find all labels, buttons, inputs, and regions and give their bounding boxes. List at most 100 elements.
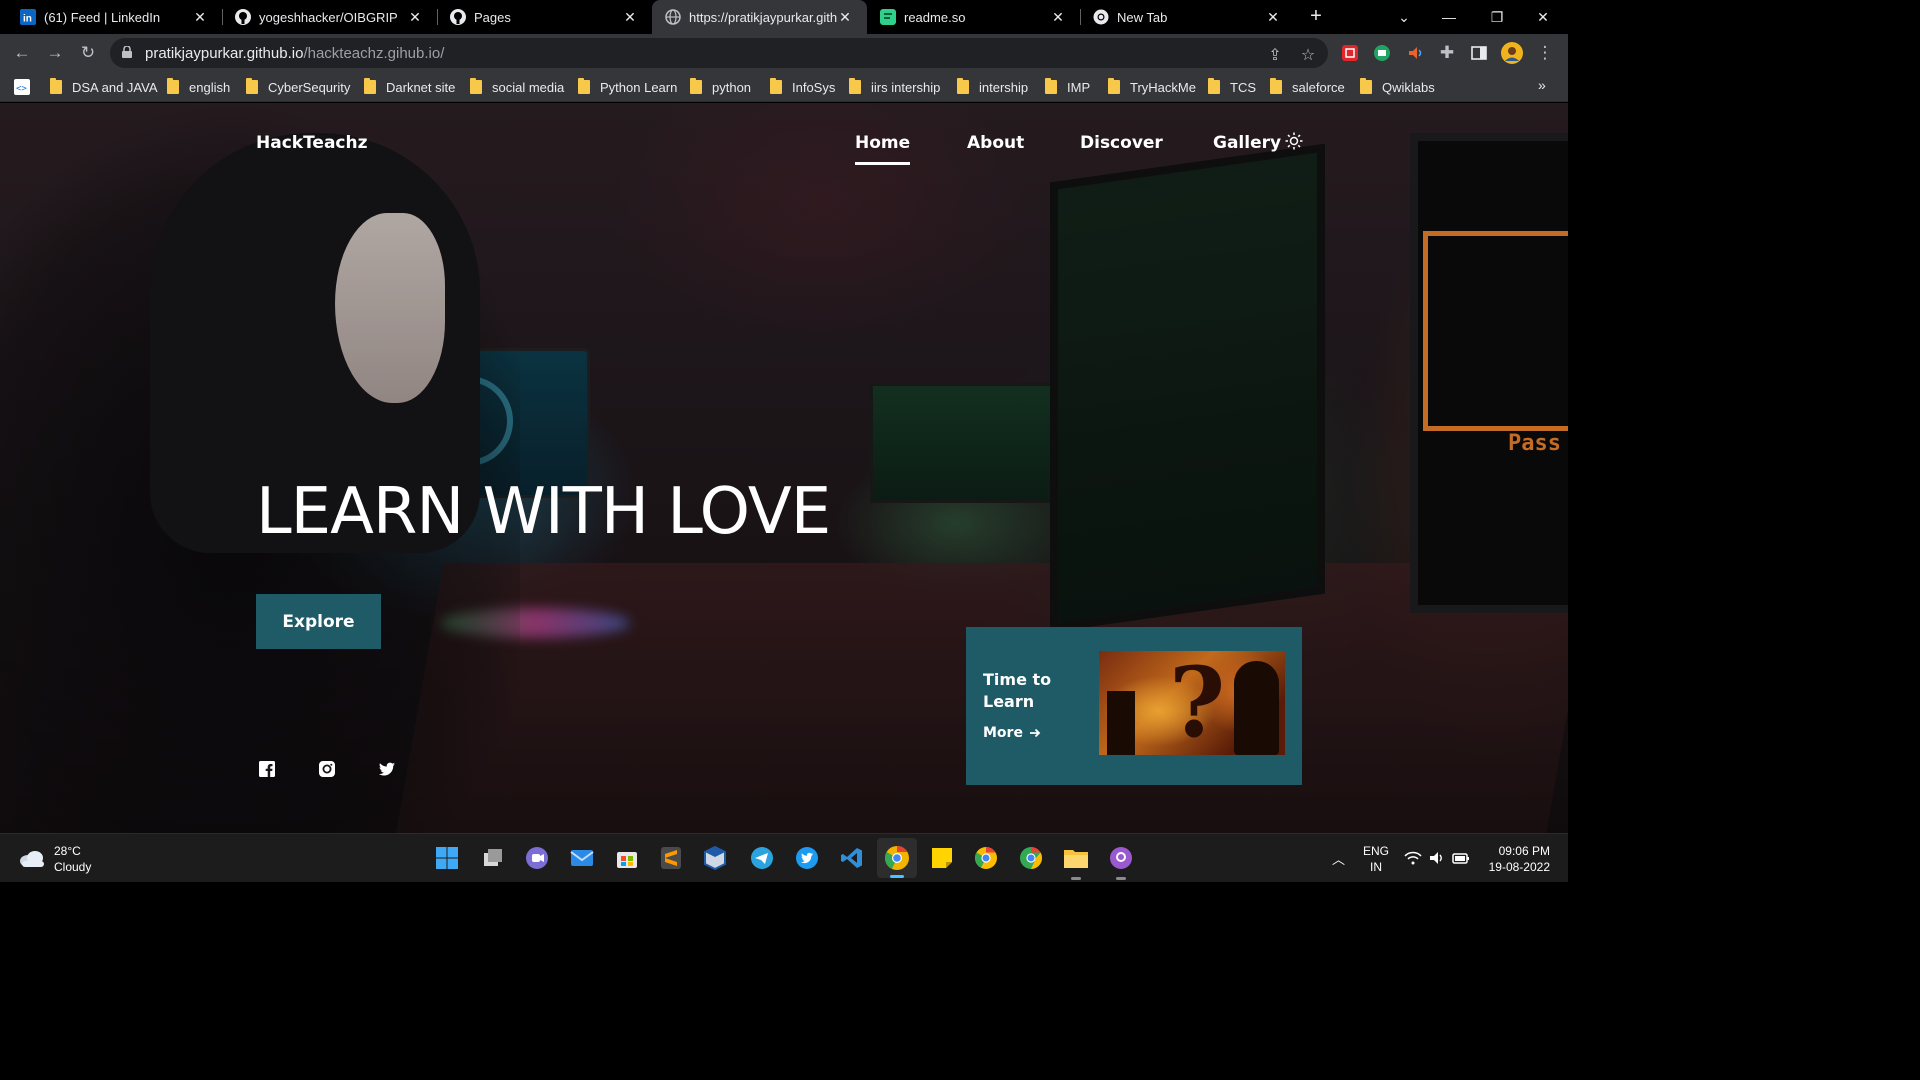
new-tab-button[interactable]: + [1305, 5, 1327, 27]
bookmark-folder[interactable]: Qwiklabs [1360, 78, 1435, 96]
bookmark-folder[interactable]: CyberSequrity [246, 78, 350, 96]
twitter-icon[interactable] [378, 760, 396, 778]
bookmark-folder[interactable]: english [167, 78, 230, 96]
forward-arrow-icon[interactable]: → [43, 41, 67, 65]
tab-new-tab[interactable]: New Tab ✕ [1073, 0, 1295, 34]
teams-chat-icon[interactable] [523, 844, 551, 872]
chrome-profile-icon[interactable] [1017, 844, 1045, 872]
card-image-silhouette [1234, 661, 1279, 755]
theme-toggle-sun-icon[interactable] [1285, 132, 1303, 150]
github-desktop-icon[interactable] [1107, 844, 1135, 880]
close-icon[interactable]: ✕ [622, 9, 638, 26]
folder-icon [167, 78, 179, 94]
bookmark-folder[interactable]: iirs intership [849, 78, 940, 96]
twitter-app-icon[interactable] [793, 844, 821, 872]
tab-readme[interactable]: readme.so ✕ [867, 0, 1080, 34]
microsoft-store-icon[interactable] [613, 844, 641, 872]
windows-start-icon[interactable] [433, 844, 461, 872]
bookmark-folder[interactable]: python [690, 78, 751, 96]
bookmark-folder[interactable]: Python Learn [578, 78, 677, 96]
virtualbox-icon[interactable] [701, 844, 729, 872]
bookmark-folder[interactable]: Darknet site [364, 78, 455, 96]
bookmark-folder[interactable]: intership [957, 78, 1028, 96]
window-close-button[interactable]: ✕ [1520, 0, 1566, 34]
svg-text:in: in [23, 14, 32, 25]
mail-icon[interactable] [568, 844, 596, 872]
browser-menu-icon[interactable]: ⋮ [1533, 41, 1557, 65]
tab-active-site[interactable]: https://pratikjaypurkar.githu ✕ [652, 0, 867, 34]
extensions-puzzle-icon[interactable]: ✚ [1435, 41, 1459, 65]
telegram-icon[interactable] [748, 844, 776, 872]
close-icon[interactable]: ✕ [192, 9, 208, 26]
tab-strip: in (61) Feed | LinkedIn ✕ yogeshhacker/O… [0, 0, 1568, 34]
bookmark-label: saleforce [1292, 79, 1345, 95]
share-icon[interactable]: ⇪ [1265, 45, 1285, 64]
extension-green-icon[interactable] [1370, 41, 1394, 65]
address-bar[interactable]: pratikjaypurkar.github.io/hackteachz.gih… [110, 38, 1328, 68]
bookmark-folder[interactable]: TCS [1208, 78, 1256, 96]
nav-discover[interactable]: Discover [1080, 133, 1163, 153]
bookmark-folder[interactable]: TryHackMe [1108, 78, 1196, 96]
vscode-icon[interactable] [838, 844, 866, 872]
side-panel-icon[interactable] [1467, 41, 1491, 65]
chrome-icon [1093, 9, 1109, 25]
tab-github-oibgrip[interactable]: yogeshhacker/OIBGRIP ✕ [215, 0, 437, 34]
card-more-link[interactable]: More [983, 725, 1041, 741]
minimize-button[interactable]: — [1426, 0, 1472, 34]
wifi-icon[interactable] [1404, 850, 1422, 866]
nav-gallery-label: Gallery [1213, 133, 1282, 153]
bookmark-folder[interactable]: social media [470, 78, 564, 96]
more-bookmarks-chevron-icon[interactable]: » [1538, 77, 1546, 93]
tab-linkedin[interactable]: in (61) Feed | LinkedIn ✕ [0, 0, 222, 34]
instagram-icon[interactable] [318, 760, 336, 778]
close-icon[interactable]: ✕ [1265, 9, 1281, 26]
browser-toolbar: ← → ↻ pratikjaypurkar.github.io/hackteac… [0, 34, 1568, 72]
bookmark-folder[interactable]: IMP [1045, 78, 1090, 96]
reload-icon[interactable]: ↻ [76, 41, 100, 65]
chrome-icon[interactable] [972, 844, 1000, 872]
show-hidden-icons-chevron-icon[interactable]: ︿ [1332, 849, 1345, 868]
extension-red-icon[interactable] [1338, 41, 1362, 65]
sticky-notes-icon[interactable] [928, 844, 956, 872]
restore-button[interactable]: ❐ [1474, 0, 1520, 34]
time-to-learn-card[interactable]: Time to Learn More ? [966, 627, 1302, 785]
system-clock[interactable]: 09:06 PM 19-08-2022 [1480, 843, 1550, 875]
weather-widget[interactable]: 28°C Cloudy [18, 843, 91, 875]
running-indicator [1116, 877, 1126, 880]
bookmark-apps[interactable]: <> [14, 78, 30, 96]
chrome-taskbar-active[interactable] [877, 838, 917, 878]
file-explorer-icon[interactable] [1062, 844, 1090, 880]
bookmark-label: TryHackMe [1130, 79, 1196, 95]
battery-icon[interactable] [1452, 850, 1470, 866]
close-icon[interactable]: ✕ [1050, 9, 1066, 26]
nav-home-label: Home [855, 133, 911, 153]
bookmark-folder[interactable]: DSA and JAVA [50, 78, 158, 96]
bookmark-star-icon[interactable]: ☆ [1298, 45, 1318, 64]
nav-gallery[interactable]: Gallery [1213, 133, 1281, 153]
card-image-silhouette [1107, 691, 1135, 755]
bookmark-folder[interactable]: InfoSys [770, 78, 835, 96]
extension-audio-icon[interactable] [1403, 41, 1427, 65]
profile-avatar[interactable] [1500, 41, 1524, 65]
close-icon[interactable]: ✕ [837, 9, 853, 26]
tab-pages[interactable]: Pages ✕ [430, 0, 652, 34]
back-arrow-icon[interactable]: ← [10, 41, 34, 65]
facebook-icon[interactable] [258, 760, 276, 778]
bookmark-folder[interactable]: saleforce [1270, 78, 1345, 96]
card-title: Time to Learn [983, 670, 1052, 711]
volume-icon[interactable] [1428, 850, 1446, 866]
bookmark-label: InfoSys [792, 79, 836, 95]
explore-button[interactable]: Explore [256, 594, 381, 649]
hero-section: Pass HackTeachz Home About Discover Gall… [0, 103, 1568, 833]
sublime-text-icon[interactable] [657, 844, 685, 872]
tab-search-chevron-icon[interactable]: ⌄ [1381, 0, 1427, 34]
bookmarks-bar: <> DSA and JAVA english CyberSequrity Da… [0, 72, 1568, 102]
close-icon[interactable]: ✕ [407, 9, 423, 26]
site-logo[interactable]: HackTeachz [256, 133, 368, 153]
nav-home[interactable]: Home [855, 133, 911, 165]
language-indicator[interactable]: ENG IN [1363, 843, 1389, 875]
task-view-icon[interactable] [479, 844, 507, 872]
nav-about[interactable]: About [967, 133, 1024, 153]
card-image: ? [1099, 651, 1285, 755]
bookmark-label: python [712, 79, 752, 95]
